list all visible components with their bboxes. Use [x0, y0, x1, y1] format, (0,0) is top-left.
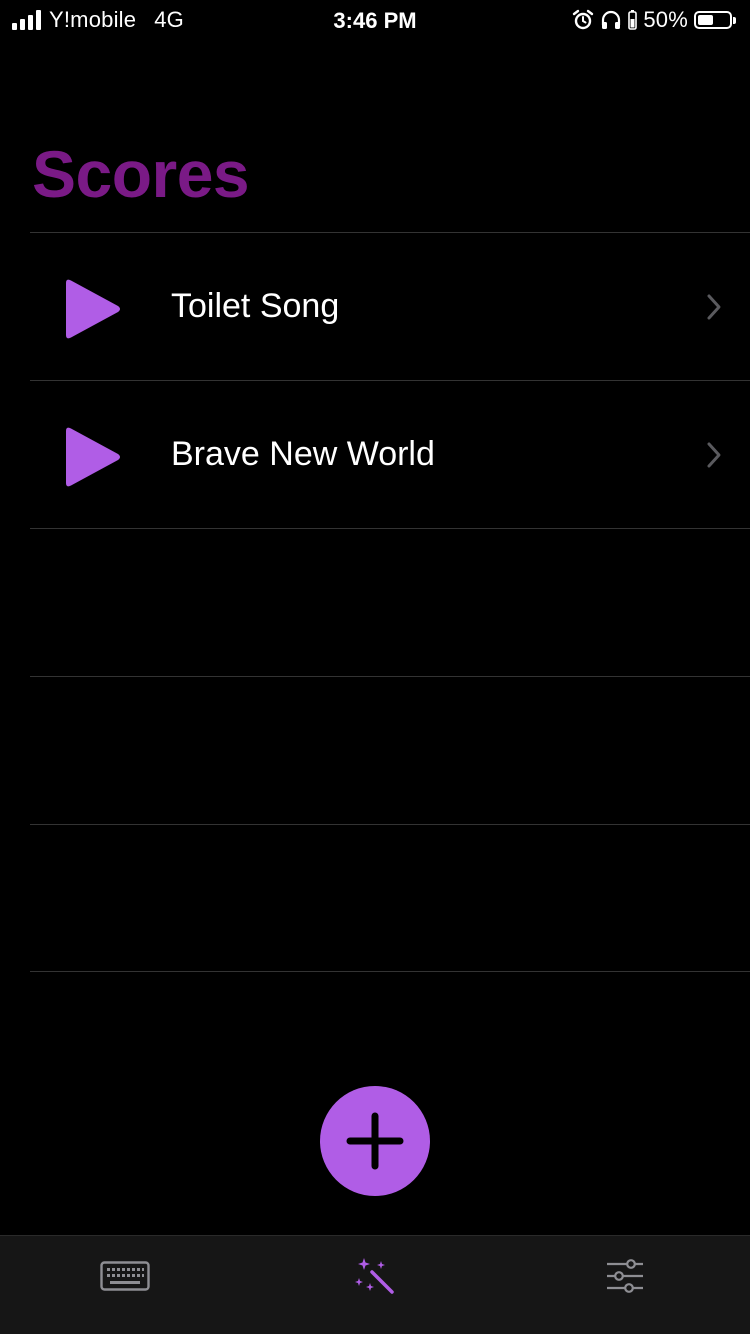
score-row[interactable]: Toilet Song: [30, 232, 750, 380]
play-icon[interactable]: [60, 277, 124, 341]
battery-percent: 50%: [643, 7, 688, 32]
score-title: Brave New World: [171, 435, 435, 473]
status-bar: Y!mobile 4G 3:46 PM 50%: [0, 0, 750, 40]
empty-row: [30, 528, 750, 676]
tab-keyboard[interactable]: [95, 1254, 155, 1298]
screen: Y!mobile 4G 3:46 PM 50% Scores Toilet So…: [0, 0, 750, 1334]
empty-row: [30, 676, 750, 824]
score-list: Toilet Song Brave New World: [30, 232, 750, 972]
magic-wand-icon: [355, 1258, 394, 1294]
tab-magic[interactable]: [345, 1254, 405, 1298]
battery-fill: [698, 15, 713, 25]
score-row[interactable]: Brave New World: [30, 380, 750, 528]
empty-row: [30, 824, 750, 972]
page-title: Scores: [32, 137, 250, 211]
chevron-right-icon: [707, 442, 721, 468]
battery-icon: [694, 11, 736, 29]
charging-indicator-icon: [628, 10, 638, 30]
sliders-icon: [607, 1259, 643, 1293]
tab-settings[interactable]: [595, 1254, 655, 1298]
plus-icon: [346, 1112, 404, 1170]
score-title: Toilet Song: [171, 287, 340, 325]
add-score-button[interactable]: [320, 1086, 430, 1196]
play-icon[interactable]: [60, 425, 124, 489]
chevron-right-icon: [707, 294, 721, 320]
alarm-icon: [572, 9, 594, 31]
keyboard-icon: [100, 1261, 150, 1291]
tab-bar: [0, 1235, 750, 1334]
status-right: 50%: [572, 6, 736, 34]
headphones-icon: [600, 9, 622, 31]
